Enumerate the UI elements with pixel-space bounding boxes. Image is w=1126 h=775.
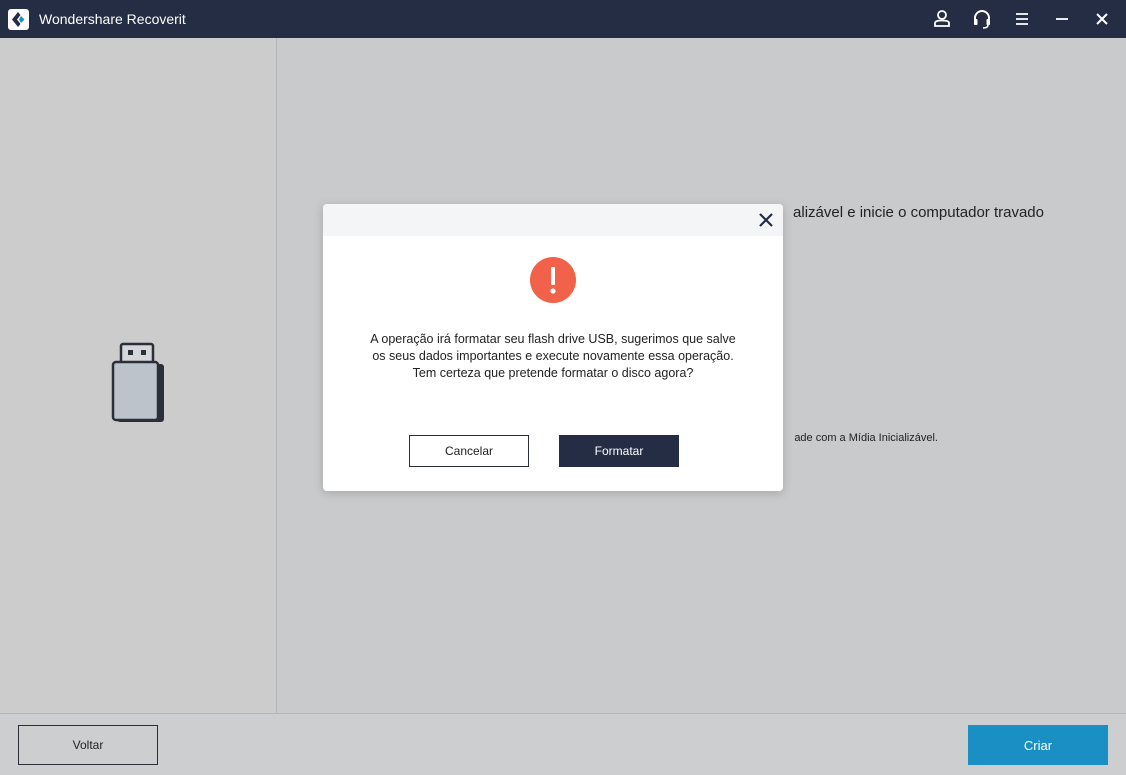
create-button[interactable]: Criar — [968, 725, 1108, 765]
usb-drive-icon — [108, 340, 170, 428]
cancel-button[interactable]: Cancelar — [409, 435, 529, 467]
minimize-icon[interactable] — [1050, 7, 1074, 31]
dialog-message-line: Tem certeza que pretende formatar o disc… — [412, 366, 694, 380]
left-panel — [0, 38, 277, 713]
dialog-message: A operação irá formatar seu flash drive … — [343, 331, 763, 382]
format-confirm-dialog: A operação irá formatar seu flash drive … — [323, 204, 783, 491]
logo-icon — [8, 9, 29, 30]
footer: Voltar Criar — [0, 713, 1126, 775]
back-button[interactable]: Voltar — [18, 725, 158, 765]
dialog-message-line: A operação irá formatar seu flash drive … — [370, 332, 736, 346]
account-icon[interactable] — [930, 7, 954, 31]
close-icon[interactable] — [1090, 7, 1114, 31]
dialog-close-icon[interactable] — [757, 211, 775, 229]
format-button[interactable]: Formatar — [559, 435, 679, 467]
menu-icon[interactable] — [1010, 7, 1034, 31]
support-headset-icon[interactable] — [970, 7, 994, 31]
title-bar: Wondershare Recoverit — [0, 0, 1126, 38]
dialog-message-line: os seus dados importantes e execute nova… — [372, 349, 734, 363]
dialog-header — [323, 204, 783, 236]
app-title: Wondershare Recoverit — [39, 11, 186, 27]
warning-icon — [530, 257, 576, 303]
